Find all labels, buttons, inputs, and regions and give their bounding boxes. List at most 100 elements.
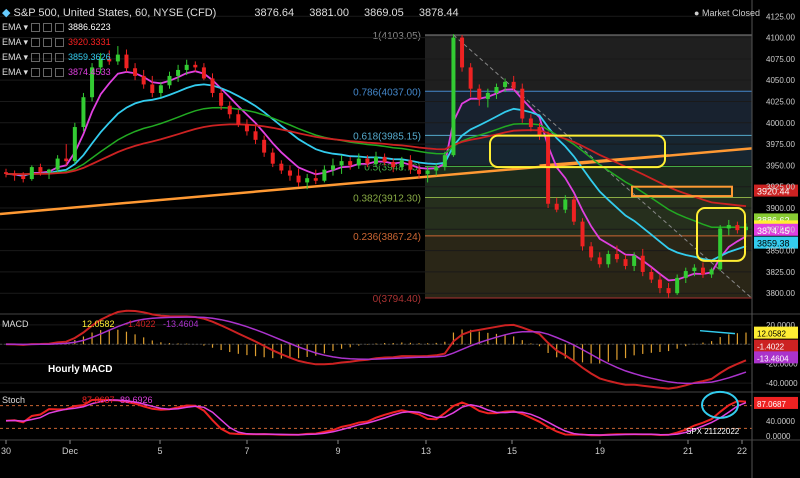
candle-body[interactable] (460, 37, 465, 68)
candle-body[interactable] (692, 267, 697, 272)
candle-body[interactable] (554, 203, 559, 210)
candle-body[interactable] (503, 81, 508, 87)
settings-icon[interactable] (31, 68, 41, 78)
candle-body[interactable] (735, 225, 740, 231)
ema-label[interactable]: EMA ▾ (2, 52, 28, 62)
candle-body[interactable] (571, 199, 576, 222)
candle-body[interactable] (141, 75, 146, 85)
candle-body[interactable] (184, 64, 189, 70)
settings-icon[interactable] (31, 23, 41, 33)
candle-body[interactable] (649, 271, 654, 280)
stoch-panel[interactable]: Stoch87.068789.692680.000040.00000.00008… (0, 390, 800, 441)
candle-body[interactable] (675, 277, 680, 294)
candle-body[interactable] (124, 54, 129, 69)
candle-body[interactable] (236, 114, 241, 125)
ema-indicator-row[interactable]: EMA ▾ 3886.6223 (2, 22, 111, 33)
candle-body[interactable] (339, 161, 344, 166)
candle-body[interactable] (270, 152, 275, 164)
visibility-icon[interactable] (43, 68, 53, 78)
visibility-icon[interactable] (43, 23, 53, 33)
price-panel[interactable]: 1(4103.05) 0.786(4037.00) 0.618(3985.15) 0.… (0, 15, 798, 305)
candle-body[interactable] (287, 170, 292, 176)
candle-body[interactable] (38, 167, 43, 173)
candle-body[interactable] (520, 88, 525, 119)
ema-label[interactable]: EMA ▾ (2, 22, 28, 32)
candle-body[interactable] (365, 158, 370, 164)
symbol-header[interactable]: ◆ S&P 500, United States, 60, NYSE (CFD)… (2, 6, 459, 19)
candle-body[interactable] (528, 118, 533, 128)
candle-body[interactable] (537, 127, 542, 136)
candle-body[interactable] (279, 163, 284, 171)
candle-body[interactable] (348, 161, 353, 166)
candle-body[interactable] (262, 139, 267, 153)
candle-body[interactable] (313, 178, 318, 181)
chart-canvas[interactable]: 1(4103.05) 0.786(4037.00) 0.618(3985.15) 0.… (0, 0, 800, 478)
candle-body[interactable] (21, 175, 26, 180)
candle-body[interactable] (374, 156, 378, 164)
candle-body[interactable] (72, 127, 77, 162)
candle-body[interactable] (485, 92, 490, 99)
candle-body[interactable] (580, 221, 585, 247)
ema-label[interactable]: EMA ▾ (2, 67, 28, 77)
close-icon[interactable] (55, 38, 65, 48)
ema-indicator-row[interactable]: EMA ▾ 3920.3331 (2, 37, 111, 48)
candle-body[interactable] (623, 259, 628, 266)
candle-body[interactable] (709, 269, 714, 275)
candle-body[interactable] (726, 225, 731, 229)
candle-body[interactable] (632, 255, 637, 266)
candle-body[interactable] (29, 167, 34, 180)
close-icon[interactable] (55, 53, 65, 63)
candle-body[interactable] (253, 131, 258, 140)
candle-body[interactable] (115, 54, 120, 62)
candle-body[interactable] (563, 199, 568, 210)
candle-body[interactable] (47, 169, 52, 173)
candle-body[interactable] (391, 161, 396, 168)
candle-body[interactable] (589, 246, 594, 258)
candle-body[interactable] (546, 135, 551, 204)
candle-body[interactable] (614, 254, 619, 260)
candle-body[interactable] (176, 69, 181, 76)
settings-icon[interactable] (31, 53, 41, 63)
candle-body[interactable] (718, 228, 723, 270)
ema-indicator-row[interactable]: EMA ▾ 3874.4533 (2, 67, 111, 78)
candle-body[interactable] (210, 78, 215, 93)
candle-body[interactable] (606, 254, 611, 265)
ema-indicator-row[interactable]: EMA ▾ 3859.3626 (2, 52, 111, 63)
candle-body[interactable] (167, 75, 172, 86)
candle-body[interactable] (640, 255, 645, 272)
candle-body[interactable] (193, 64, 198, 68)
visibility-icon[interactable] (43, 53, 53, 63)
candle-body[interactable] (408, 160, 413, 170)
candle-body[interactable] (158, 85, 163, 93)
candle-body[interactable] (356, 158, 361, 166)
candle-body[interactable] (305, 178, 310, 183)
visibility-icon[interactable] (43, 38, 53, 48)
candle-body[interactable] (219, 92, 224, 106)
candle-body[interactable] (322, 169, 327, 181)
candle-body[interactable] (55, 158, 60, 170)
candle-body[interactable] (296, 175, 301, 183)
candle-body[interactable] (434, 167, 439, 171)
candle-body[interactable] (330, 165, 335, 170)
candle-body[interactable] (4, 172, 8, 174)
candle-body[interactable] (417, 169, 422, 174)
candle-body[interactable] (382, 156, 387, 162)
candle-body[interactable] (12, 173, 17, 176)
candle-body[interactable] (399, 160, 404, 168)
candle-body[interactable] (442, 155, 447, 168)
candle-body[interactable] (227, 105, 232, 115)
candle-body[interactable] (244, 124, 249, 132)
candle-body[interactable] (700, 267, 705, 275)
candle-body[interactable] (81, 97, 86, 128)
candle-body[interactable] (451, 37, 456, 156)
candle-body[interactable] (133, 68, 138, 76)
candle-body[interactable] (150, 84, 155, 93)
settings-icon[interactable] (31, 38, 41, 48)
ema-label[interactable]: EMA ▾ (2, 37, 28, 47)
candle-body[interactable] (683, 271, 688, 278)
candle-body[interactable] (477, 88, 482, 99)
candle-body[interactable] (64, 158, 69, 162)
candle-body[interactable] (666, 288, 671, 294)
macd-panel[interactable]: MACD 12.0582 -1.4022 -13.4604Hourly MACD20.… (0, 309, 800, 390)
close-icon[interactable] (55, 68, 65, 78)
